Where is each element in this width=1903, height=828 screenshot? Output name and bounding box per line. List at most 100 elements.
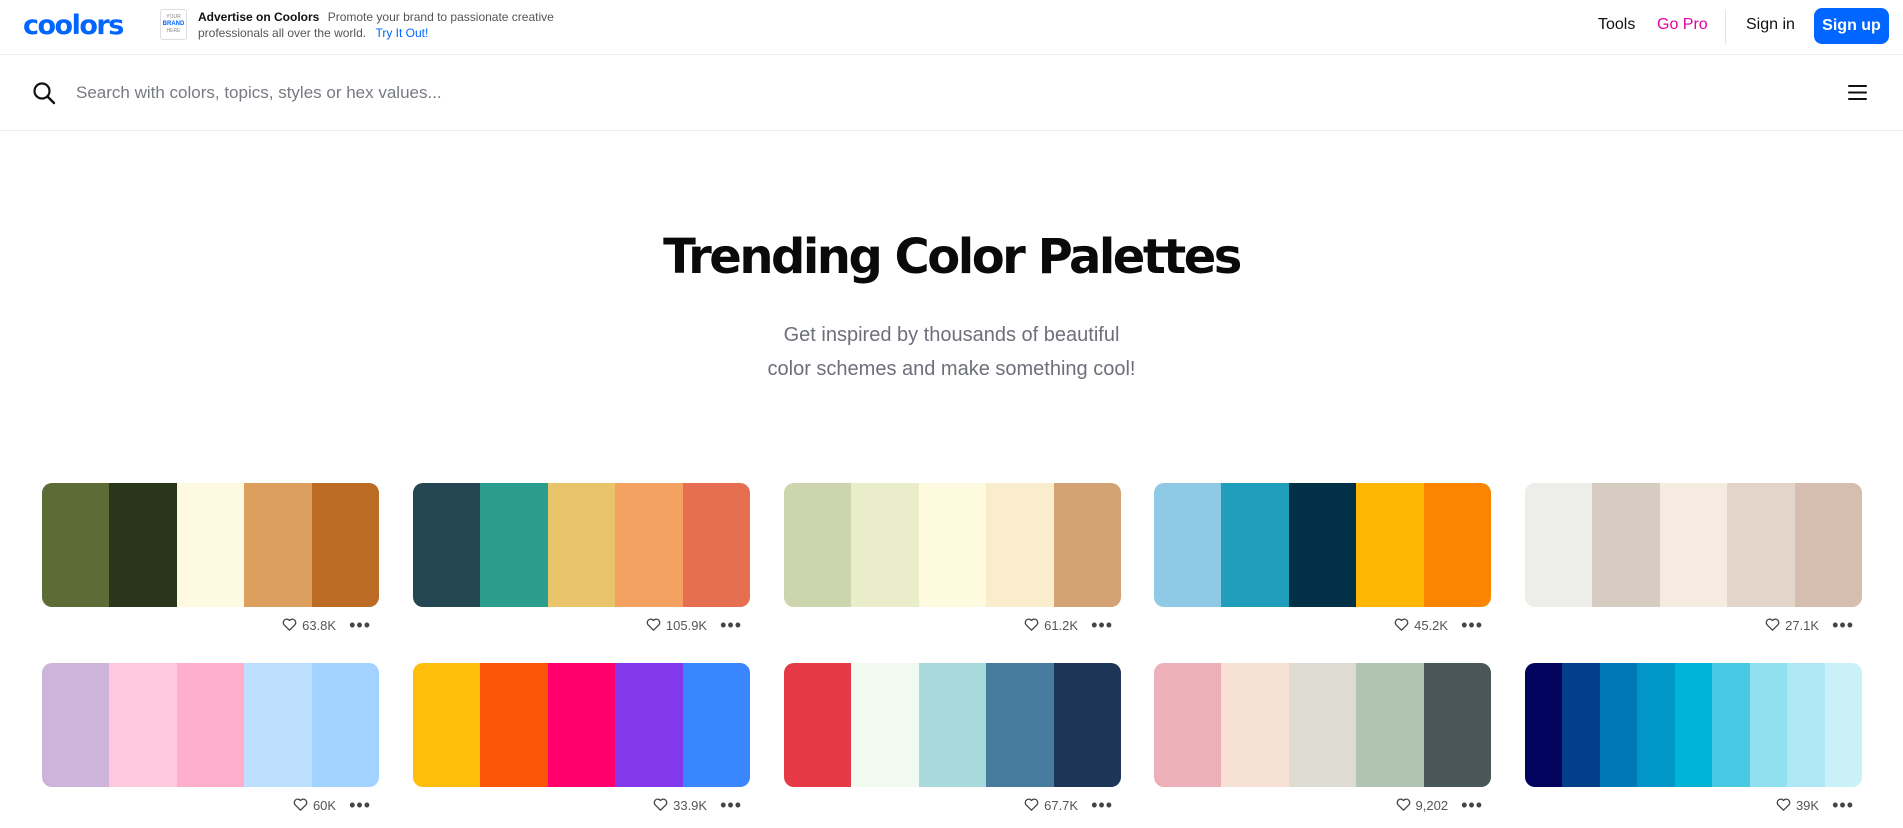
- color-swatch[interactable]: [1525, 663, 1563, 787]
- heart-icon[interactable]: [646, 618, 661, 632]
- color-swatch[interactable]: [1221, 483, 1289, 607]
- sign-in-link[interactable]: Sign in: [1746, 16, 1795, 34]
- color-swatch[interactable]: [1599, 663, 1638, 787]
- heart-icon[interactable]: [282, 618, 297, 632]
- palette-card[interactable]: 39K •••: [1525, 663, 1862, 823]
- palette-card[interactable]: 63.8K •••: [42, 483, 379, 643]
- palette-swatches[interactable]: [413, 483, 750, 607]
- color-swatch[interactable]: [244, 663, 312, 787]
- color-swatch[interactable]: [851, 483, 919, 607]
- palette-swatches[interactable]: [42, 483, 379, 607]
- more-options-icon[interactable]: •••: [720, 796, 742, 814]
- color-swatch[interactable]: [784, 483, 852, 607]
- color-swatch[interactable]: [986, 663, 1054, 787]
- palette-swatches[interactable]: [1154, 483, 1491, 607]
- more-options-icon[interactable]: •••: [720, 616, 742, 634]
- color-swatch[interactable]: [1749, 663, 1788, 787]
- palette-swatches[interactable]: [784, 483, 1121, 607]
- palette-swatches[interactable]: [413, 663, 750, 787]
- color-swatch[interactable]: [109, 483, 177, 607]
- color-swatch[interactable]: [413, 483, 481, 607]
- color-swatch[interactable]: [311, 663, 379, 787]
- more-options-icon[interactable]: •••: [1091, 796, 1113, 814]
- more-options-icon[interactable]: •••: [349, 796, 371, 814]
- palette-card[interactable]: 60K •••: [42, 663, 379, 823]
- color-swatch[interactable]: [918, 663, 987, 787]
- color-swatch[interactable]: [1525, 483, 1593, 607]
- color-swatch[interactable]: [547, 663, 616, 787]
- palette-card[interactable]: 61.2K •••: [784, 483, 1121, 643]
- ad-cta-link[interactable]: Try It Out!: [375, 26, 428, 40]
- hamburger-menu-icon[interactable]: [1848, 84, 1867, 101]
- palette-swatches[interactable]: [1525, 663, 1862, 787]
- more-options-icon[interactable]: •••: [1832, 796, 1854, 814]
- palette-swatches[interactable]: [1154, 663, 1491, 787]
- color-swatch[interactable]: [1659, 483, 1728, 607]
- color-swatch[interactable]: [918, 483, 987, 607]
- more-options-icon[interactable]: •••: [1832, 616, 1854, 634]
- color-swatch[interactable]: [1637, 663, 1675, 787]
- color-swatch[interactable]: [1288, 663, 1357, 787]
- color-swatch[interactable]: [1423, 483, 1491, 607]
- color-swatch[interactable]: [109, 663, 177, 787]
- palette-card[interactable]: 67.7K •••: [784, 663, 1121, 823]
- color-swatch[interactable]: [1154, 663, 1222, 787]
- color-swatch[interactable]: [244, 483, 312, 607]
- color-swatch[interactable]: [413, 663, 481, 787]
- heart-icon[interactable]: [293, 798, 308, 812]
- color-swatch[interactable]: [682, 663, 750, 787]
- color-swatch[interactable]: [851, 663, 919, 787]
- nav-tools-link[interactable]: Tools: [1598, 16, 1635, 34]
- more-options-icon[interactable]: •••: [349, 616, 371, 634]
- nav-go-pro-link[interactable]: Go Pro: [1657, 16, 1708, 34]
- color-swatch[interactable]: [1288, 483, 1357, 607]
- more-options-icon[interactable]: •••: [1461, 616, 1483, 634]
- more-options-icon[interactable]: •••: [1461, 796, 1483, 814]
- color-swatch[interactable]: [1356, 663, 1424, 787]
- heart-icon[interactable]: [1396, 798, 1411, 812]
- more-options-icon[interactable]: •••: [1091, 616, 1113, 634]
- color-swatch[interactable]: [784, 663, 852, 787]
- palette-card[interactable]: 27.1K •••: [1525, 483, 1862, 643]
- heart-icon[interactable]: [1394, 618, 1409, 632]
- palette-card[interactable]: 33.9K •••: [413, 663, 750, 823]
- search-input[interactable]: [76, 77, 1776, 109]
- palette-card[interactable]: 105.9K •••: [413, 483, 750, 643]
- color-swatch[interactable]: [682, 483, 750, 607]
- color-swatch[interactable]: [480, 663, 548, 787]
- color-swatch[interactable]: [1053, 663, 1121, 787]
- ad-banner[interactable]: YOUR BRAND HERE Advertise on Coolors Pro…: [160, 9, 558, 41]
- color-swatch[interactable]: [547, 483, 616, 607]
- color-swatch[interactable]: [1794, 483, 1862, 607]
- color-swatch[interactable]: [176, 663, 245, 787]
- color-swatch[interactable]: [1674, 663, 1713, 787]
- ad-title[interactable]: Advertise on Coolors: [198, 10, 319, 24]
- palette-swatches[interactable]: [784, 663, 1121, 787]
- color-swatch[interactable]: [42, 663, 110, 787]
- color-swatch[interactable]: [311, 483, 379, 607]
- palette-swatches[interactable]: [42, 663, 379, 787]
- color-swatch[interactable]: [42, 483, 110, 607]
- color-swatch[interactable]: [1053, 483, 1121, 607]
- color-swatch[interactable]: [1727, 483, 1795, 607]
- ad-brand-image[interactable]: YOUR BRAND HERE: [160, 9, 187, 40]
- color-swatch[interactable]: [615, 663, 683, 787]
- color-swatch[interactable]: [1712, 663, 1750, 787]
- heart-icon[interactable]: [1776, 798, 1791, 812]
- color-swatch[interactable]: [1592, 483, 1660, 607]
- palette-card[interactable]: 9,202 •••: [1154, 663, 1491, 823]
- color-swatch[interactable]: [1824, 663, 1862, 787]
- color-swatch[interactable]: [1562, 663, 1600, 787]
- color-swatch[interactable]: [480, 483, 548, 607]
- sign-up-button[interactable]: Sign up: [1814, 8, 1889, 44]
- coolors-logo[interactable]: coolors: [23, 11, 124, 41]
- color-swatch[interactable]: [176, 483, 245, 607]
- palette-card[interactable]: 45.2K •••: [1154, 483, 1491, 643]
- search-icon[interactable]: [32, 81, 56, 105]
- color-swatch[interactable]: [1356, 483, 1424, 607]
- heart-icon[interactable]: [1024, 618, 1039, 632]
- color-swatch[interactable]: [1221, 663, 1289, 787]
- heart-icon[interactable]: [653, 798, 668, 812]
- color-swatch[interactable]: [1154, 483, 1222, 607]
- palette-swatches[interactable]: [1525, 483, 1862, 607]
